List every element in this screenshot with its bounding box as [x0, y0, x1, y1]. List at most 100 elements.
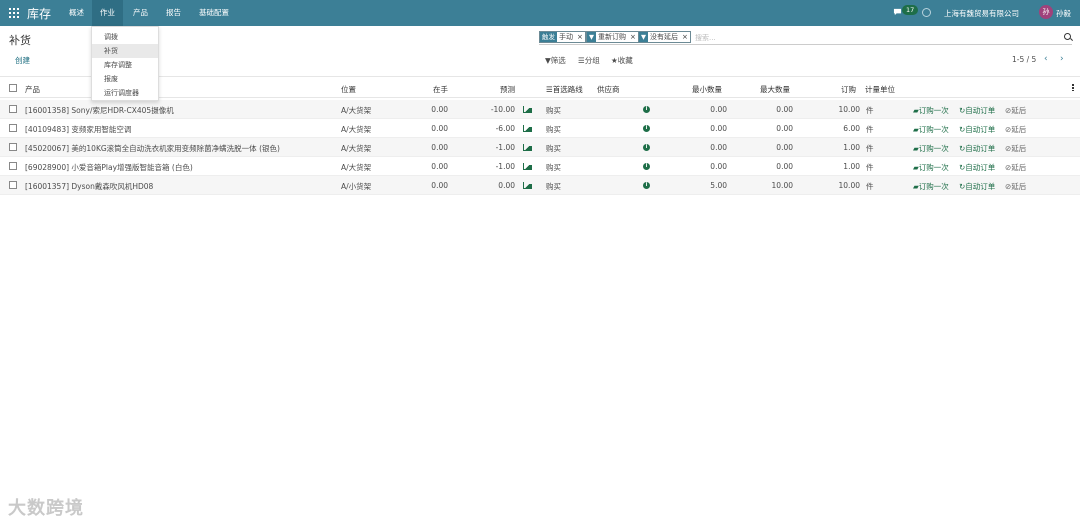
snooze-button[interactable]: ⊘延后	[1005, 143, 1026, 154]
dropdown-item-inventory-adjustment[interactable]: 库存调整	[92, 58, 158, 72]
cell-max-qty[interactable]: 0.00	[756, 143, 793, 152]
table-row[interactable]: [69028900] 小爱音箱Play增强版智能音箱 (白色) A/大货架 0.00…	[0, 157, 1080, 176]
vendor-info-icon[interactable]: i	[643, 163, 650, 170]
optional-columns-icon[interactable]	[1072, 84, 1074, 91]
order-once-button[interactable]: ▰订购一次	[913, 105, 949, 116]
header-onhand[interactable]: 在手	[433, 84, 448, 95]
header-vendor[interactable]: 供应商	[597, 84, 620, 95]
cell-route[interactable]: 购买	[546, 143, 561, 154]
cell-location[interactable]: A/小货架	[341, 181, 371, 192]
cell-location[interactable]: A/大货架	[341, 162, 371, 173]
cell-max-qty[interactable]: 0.00	[756, 124, 793, 133]
snooze-button[interactable]: ⊘延后	[1005, 124, 1026, 135]
menu-overview[interactable]: 概述	[61, 0, 92, 26]
filter-button[interactable]: ▼筛选	[545, 55, 566, 66]
forecast-graph-icon[interactable]	[523, 106, 532, 113]
app-brand[interactable]: 库存	[27, 5, 51, 22]
activity-clock-icon[interactable]	[922, 8, 931, 17]
vendor-info-icon[interactable]: i	[643, 106, 650, 113]
user-avatar[interactable]: 孙	[1039, 5, 1053, 19]
cell-order-qty[interactable]: 1.00	[823, 162, 860, 171]
cell-route[interactable]: 购买	[546, 105, 561, 116]
cell-order-qty[interactable]: 10.00	[823, 105, 860, 114]
favorites-button[interactable]: ★收藏	[611, 55, 633, 66]
cell-product[interactable]: [16001358] Sony/索尼HDR-CX405摄像机	[25, 105, 174, 116]
header-min-qty[interactable]: 最小数量	[692, 84, 722, 95]
cell-min-qty[interactable]: 0.00	[690, 143, 727, 152]
select-all-checkbox[interactable]	[9, 84, 17, 92]
cell-min-qty[interactable]: 0.00	[690, 162, 727, 171]
header-max-qty[interactable]: 最大数量	[760, 84, 790, 95]
cell-max-qty[interactable]: 0.00	[756, 162, 793, 171]
apps-grid-icon[interactable]	[9, 8, 19, 18]
snooze-button[interactable]: ⊘延后	[1005, 162, 1026, 173]
cell-product[interactable]: [16001357] Dyson戴森吹风机HD08	[25, 181, 153, 192]
cell-order-qty[interactable]: 6.00	[823, 124, 860, 133]
group-by-button[interactable]: ☰分组	[578, 55, 600, 66]
cell-location[interactable]: A/大货架	[341, 143, 371, 154]
row-checkbox[interactable]	[9, 181, 17, 189]
snooze-button[interactable]: ⊘延后	[1005, 181, 1026, 192]
cell-product[interactable]: [69028900] 小爱音箱Play增强版智能音箱 (白色)	[25, 162, 193, 173]
table-row[interactable]: [45020067] 美的10KG滚筒全自动洗衣机家用变频除菌净螨洗脱一体 (银…	[0, 138, 1080, 157]
cell-min-qty[interactable]: 5.00	[690, 181, 727, 190]
order-once-button[interactable]: ▰订购一次	[913, 143, 949, 154]
dropdown-item-replenishment[interactable]: 补货	[92, 44, 158, 58]
dropdown-item-transfers[interactable]: 调拨	[92, 30, 158, 44]
company-switcher[interactable]: 上海有魏贸易有限公司	[944, 8, 1019, 19]
forecast-graph-icon[interactable]	[523, 125, 532, 132]
forecast-graph-icon[interactable]	[523, 182, 532, 189]
search-icon[interactable]	[1064, 33, 1071, 40]
pager-next-icon[interactable]: ›	[1060, 54, 1064, 64]
vendor-info-icon[interactable]: i	[643, 125, 650, 132]
cell-order-qty[interactable]: 1.00	[823, 143, 860, 152]
cell-product[interactable]: [45020067] 美的10KG滚筒全自动洗衣机家用变频除菌净螨洗脱一体 (银…	[25, 143, 280, 154]
search-input[interactable]: 搜索...	[695, 33, 716, 43]
dropdown-item-run-scheduler[interactable]: 运行调度器	[92, 86, 158, 100]
menu-reporting[interactable]: 报告	[158, 0, 189, 26]
order-once-button[interactable]: ▰订购一次	[913, 181, 949, 192]
snooze-button[interactable]: ⊘延后	[1005, 105, 1026, 116]
row-checkbox[interactable]	[9, 143, 17, 151]
forecast-graph-icon[interactable]	[523, 144, 532, 151]
header-order-qty[interactable]: 订购	[841, 84, 856, 95]
cell-route[interactable]: 购买	[546, 124, 561, 135]
pager-value[interactable]: 1-5 / 5	[1012, 55, 1036, 64]
cell-location[interactable]: A/大货架	[341, 105, 371, 116]
vendor-info-icon[interactable]: i	[643, 182, 650, 189]
automate-orders-button[interactable]: ↻自动订单	[959, 143, 995, 154]
cell-route[interactable]: 购买	[546, 181, 561, 192]
chat-icon[interactable]	[893, 8, 902, 16]
cell-route[interactable]: 购买	[546, 162, 561, 173]
header-forecast[interactable]: 预测	[500, 84, 515, 95]
menu-operations[interactable]: 作业	[92, 0, 123, 26]
table-row[interactable]: [16001358] Sony/索尼HDR-CX405摄像机 A/大货架 0.00 -…	[0, 100, 1080, 119]
cell-min-qty[interactable]: 0.00	[690, 105, 727, 114]
row-checkbox[interactable]	[9, 162, 17, 170]
automate-orders-button[interactable]: ↻自动订单	[959, 181, 995, 192]
row-checkbox[interactable]	[9, 124, 17, 132]
cell-max-qty[interactable]: 0.00	[756, 105, 793, 114]
table-row[interactable]: [40109483] 变频家用智能空调 A/大货架 0.00 -6.00 购买 i 0.00…	[0, 119, 1080, 138]
facet-remove-icon[interactable]: ×	[575, 33, 585, 41]
user-menu[interactable]: 孙毅	[1056, 8, 1071, 19]
create-button[interactable]: 创建	[15, 55, 30, 66]
cell-order-qty[interactable]: 10.00	[823, 181, 860, 190]
order-once-button[interactable]: ▰订购一次	[913, 124, 949, 135]
dropdown-item-scrap[interactable]: 报废	[92, 72, 158, 86]
automate-orders-button[interactable]: ↻自动订单	[959, 124, 995, 135]
header-uom[interactable]: 计量单位	[865, 84, 895, 95]
automate-orders-button[interactable]: ↻自动订单	[959, 162, 995, 173]
cell-min-qty[interactable]: 0.00	[690, 124, 727, 133]
automate-orders-button[interactable]: ↻自动订单	[959, 105, 995, 116]
header-product[interactable]: 产品	[25, 84, 40, 95]
menu-configuration[interactable]: 基础配置	[191, 0, 237, 26]
header-location[interactable]: 位置	[341, 84, 356, 95]
facet-remove-icon[interactable]: ×	[680, 33, 690, 41]
facet-remove-icon[interactable]: ×	[628, 33, 638, 41]
table-row[interactable]: [16001357] Dyson戴森吹风机HD08 A/小货架 0.00 0.00 购买…	[0, 176, 1080, 195]
cell-location[interactable]: A/大货架	[341, 124, 371, 135]
pager-previous-icon[interactable]: ‹	[1044, 54, 1048, 64]
cell-product[interactable]: [40109483] 变频家用智能空调	[25, 124, 131, 135]
vendor-info-icon[interactable]: i	[643, 144, 650, 151]
